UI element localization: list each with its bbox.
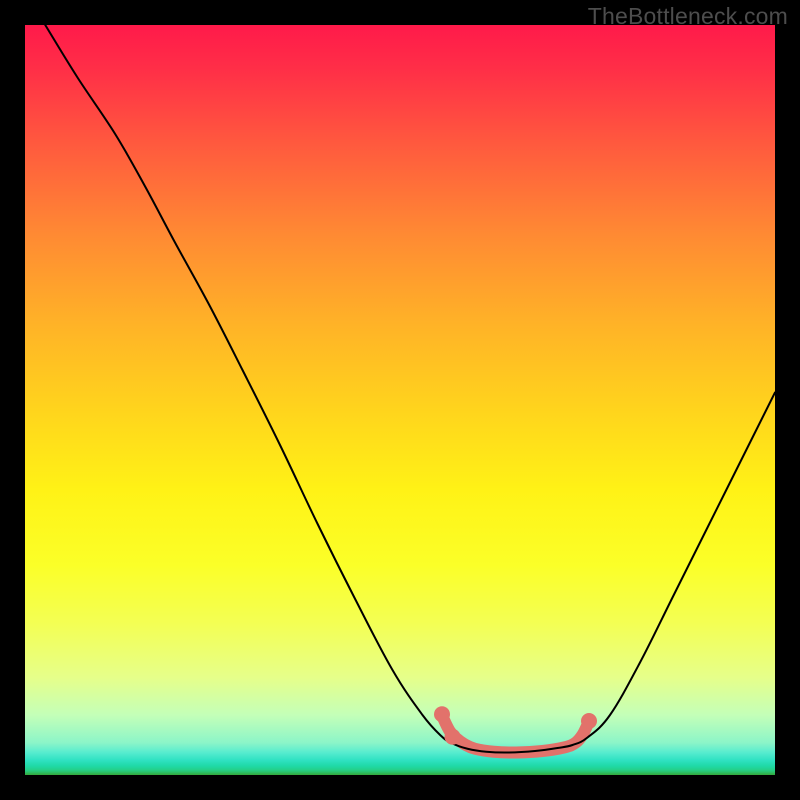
chart-svg bbox=[25, 25, 775, 775]
plot-area bbox=[25, 25, 775, 775]
bottleneck-curve-path bbox=[45, 25, 775, 753]
highlight-marker bbox=[445, 729, 461, 745]
highlight-marker bbox=[434, 706, 450, 722]
curve-layer bbox=[45, 25, 775, 753]
highlight-marker bbox=[581, 713, 597, 729]
chart-frame: TheBottleneck.com bbox=[0, 0, 800, 800]
